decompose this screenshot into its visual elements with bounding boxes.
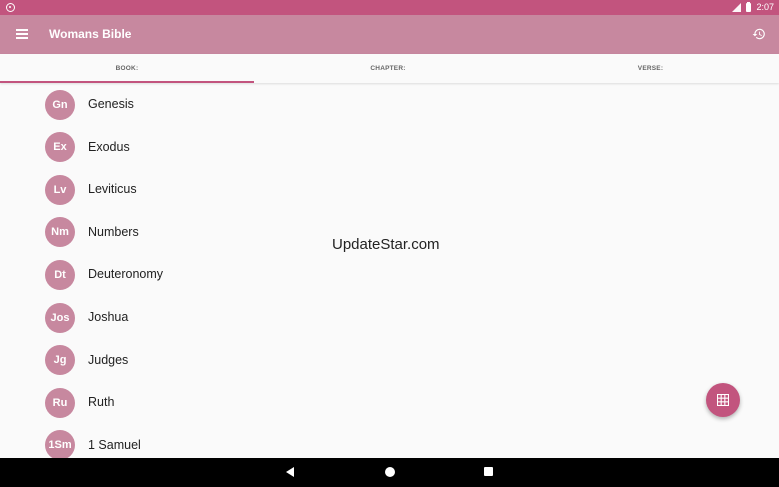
status-time: 2:07	[756, 2, 774, 12]
battery-icon	[746, 2, 752, 12]
book-name: Deuteronomy	[88, 267, 164, 282]
tab-book[interactable]: BOOK:	[0, 54, 254, 83]
app-screen: 2:07 Womans Bible BOOK: CHAPTER: VERSE: …	[0, 0, 779, 487]
home-icon[interactable]	[385, 467, 395, 477]
book-badge: Nm	[45, 217, 75, 248]
book-name: Genesis	[88, 97, 134, 111]
book-name: 1 Samuel	[88, 437, 141, 452]
tab-bar: BOOK: CHAPTER: VERSE:	[0, 54, 779, 83]
status-bar: 2:07	[0, 0, 779, 15]
book-item-leviticus[interactable]: Lv Leviticus	[0, 168, 260, 211]
grid-icon	[717, 394, 729, 406]
book-badge: Jg	[45, 345, 75, 376]
navigation-bar	[0, 458, 779, 487]
book-item-deuteronomy[interactable]: Dt Deuteronomy	[0, 253, 260, 296]
signal-icon	[732, 3, 742, 12]
book-name: Exodus	[88, 139, 130, 154]
book-item-1-samuel[interactable]: 1Sm 1 Samuel	[0, 424, 260, 458]
book-badge: Ru	[45, 387, 75, 418]
tab-verse[interactable]: VERSE:	[522, 54, 779, 83]
book-badge: Jos	[45, 302, 75, 333]
book-badge: 1Sm	[45, 430, 75, 458]
history-icon[interactable]	[752, 27, 766, 41]
grid-fab-button[interactable]	[706, 383, 740, 417]
book-name: Judges	[88, 352, 129, 367]
tab-chapter[interactable]: CHAPTER:	[260, 54, 516, 83]
recents-icon[interactable]	[484, 467, 493, 476]
book-item-judges[interactable]: Jg Judges	[0, 339, 260, 382]
book-item-joshua[interactable]: Jos Joshua	[0, 296, 260, 339]
book-name: Joshua	[88, 310, 129, 324]
book-name: Leviticus	[88, 182, 137, 197]
book-list[interactable]: Gn Genesis Ex Exodus Lv Leviticus Nm Num…	[0, 83, 260, 458]
menu-icon[interactable]	[16, 29, 28, 39]
watermark-text: UpdateStar.com	[332, 236, 440, 253]
circle-indicator-icon	[6, 3, 15, 12]
book-badge: Gn	[45, 89, 75, 120]
back-icon[interactable]	[286, 467, 294, 477]
app-title: Womans Bible	[49, 27, 132, 41]
book-item-genesis[interactable]: Gn Genesis	[0, 83, 260, 126]
book-item-ruth[interactable]: Ru Ruth	[0, 381, 260, 424]
book-item-numbers[interactable]: Nm Numbers	[0, 211, 260, 254]
book-badge: Ex	[45, 132, 75, 163]
book-item-exodus[interactable]: Ex Exodus	[0, 126, 260, 169]
book-badge: Lv	[45, 174, 75, 205]
book-badge: Dt	[45, 259, 75, 290]
book-name: Ruth	[88, 395, 115, 410]
app-bar: Womans Bible	[0, 15, 779, 54]
book-name: Numbers	[88, 224, 139, 239]
status-icons: 2:07	[732, 2, 774, 13]
